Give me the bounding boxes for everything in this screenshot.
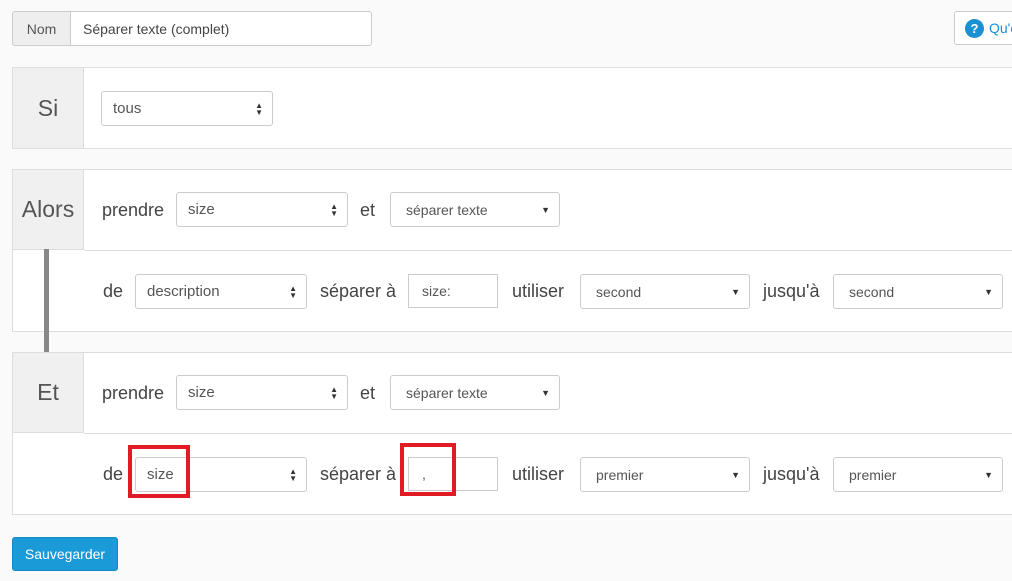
help-button[interactable]: ? Qu'e [954, 11, 1012, 45]
alors-block: Alors prendre size ▲ ▼ et séparer texte ▼… [12, 169, 1012, 332]
action-select[interactable]: séparer texte ▼ [390, 375, 560, 410]
until-select[interactable]: second ▼ [833, 274, 1003, 309]
highlight-box-separator [400, 443, 456, 496]
utiliser-label: utiliser [512, 464, 565, 484]
action-value: séparer texte [406, 384, 488, 401]
et-word-label: et [360, 200, 376, 220]
jusqua-label: jusqu'à [763, 464, 820, 484]
block-connector [44, 249, 49, 352]
action-select[interactable]: séparer texte ▼ [390, 192, 560, 227]
use-select[interactable]: premier ▼ [580, 457, 750, 492]
separer-label: séparer à [320, 464, 397, 484]
utiliser-label: utiliser [512, 281, 565, 301]
help-label: Qu'e [989, 20, 1012, 36]
prendre-label: prendre [102, 383, 165, 403]
caret-down-icon: ▼ [541, 388, 550, 398]
until-select[interactable]: premier ▼ [833, 457, 1003, 492]
updown-arrow-icon: ▲ ▼ [289, 467, 297, 483]
rule-name-group: Nom Séparer texte (complet) [12, 11, 372, 46]
et-label: Et [13, 353, 84, 433]
updown-arrow-icon: ▲ ▼ [255, 101, 263, 117]
take-field-select[interactable]: size ▲ ▼ [176, 375, 348, 410]
si-label: Si [13, 68, 84, 148]
action-value: séparer texte [406, 201, 488, 218]
updown-arrow-icon: ▲ ▼ [330, 385, 338, 401]
updown-arrow-icon: ▲ ▼ [330, 202, 338, 218]
separator-input[interactable]: size: [408, 274, 498, 308]
source-field-value: description [147, 283, 220, 300]
caret-down-icon: ▼ [984, 287, 993, 297]
question-icon: ? [965, 18, 984, 38]
use-value: second [596, 283, 642, 300]
rule-name-input[interactable]: Séparer texte (complet) [71, 11, 372, 46]
prendre-label: prendre [102, 200, 165, 220]
separer-label: séparer à [320, 281, 397, 301]
use-value: premier [596, 466, 644, 483]
et-word-label: et [360, 383, 376, 403]
jusqua-label: jusqu'à [763, 281, 820, 301]
de-label: de [103, 281, 124, 301]
si-block: Si tous ▲ ▼ [12, 67, 1012, 149]
caret-down-icon: ▼ [984, 470, 993, 480]
save-button[interactable]: Sauvegarder [12, 537, 118, 571]
take-field-select[interactable]: size ▲ ▼ [176, 192, 348, 227]
alors-label: Alors [13, 170, 84, 250]
source-field-select[interactable]: description ▲ ▼ [135, 274, 307, 309]
row-divider [84, 250, 1012, 251]
caret-down-icon: ▼ [731, 287, 740, 297]
condition-value: tous [113, 100, 142, 117]
condition-select[interactable]: tous ▲ ▼ [101, 91, 273, 126]
caret-down-icon: ▼ [731, 470, 740, 480]
updown-arrow-icon: ▲ ▼ [289, 284, 297, 300]
de-label: de [103, 464, 124, 484]
highlight-box-source-field [128, 445, 190, 498]
take-field-value: size [188, 201, 215, 218]
until-value: second [849, 283, 895, 300]
caret-down-icon: ▼ [541, 205, 550, 215]
until-value: premier [849, 466, 897, 483]
name-label: Nom [12, 11, 71, 46]
take-field-value: size [188, 384, 215, 401]
row-divider [84, 433, 1012, 434]
use-select[interactable]: second ▼ [580, 274, 750, 309]
